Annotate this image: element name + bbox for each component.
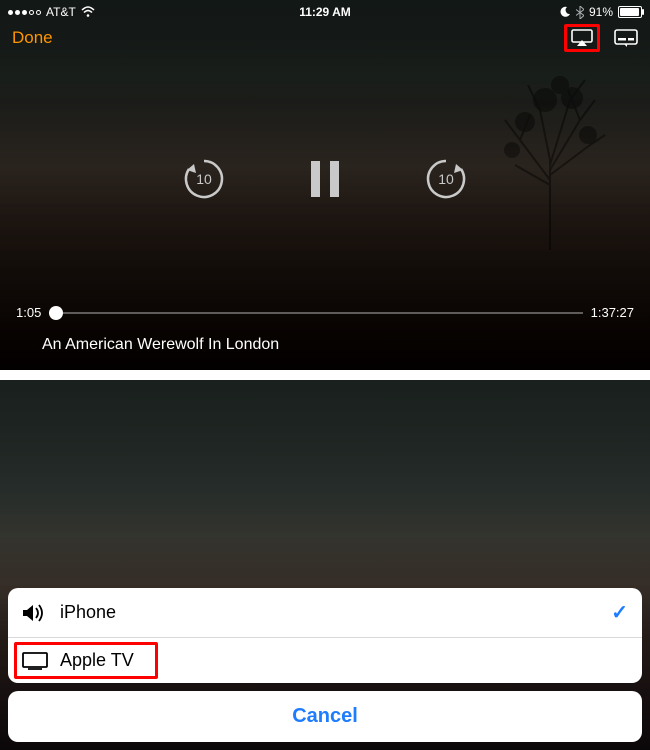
cancel-label: Cancel <box>292 705 358 727</box>
player-nav-bar: Done <box>0 22 650 54</box>
airplay-device-appletv[interactable]: Apple TV <box>8 637 642 683</box>
device-label: Apple TV <box>60 650 134 671</box>
total-label: 1:37:27 <box>591 305 634 320</box>
scrubber-thumb[interactable] <box>49 306 63 320</box>
battery-icon <box>618 6 642 18</box>
signal-dots-icon <box>8 10 41 15</box>
carrier-label: AT&T <box>46 5 76 19</box>
speaker-icon <box>22 603 52 623</box>
tv-icon <box>22 652 52 670</box>
video-title: An American Werewolf In London <box>42 336 279 354</box>
airplay-picker-screen: iPhone ✓ Apple TV Cancel <box>0 380 650 750</box>
checkmark-icon: ✓ <box>611 600 628 625</box>
elapsed-label: 1:05 <box>16 305 41 320</box>
subtitles-icon[interactable] <box>614 29 638 47</box>
video-player-screen: AT&T 11:29 AM 91% Done <box>0 0 650 370</box>
moon-icon <box>559 6 571 18</box>
scrubber[interactable]: 1:05 1:37:27 <box>16 305 634 320</box>
pause-button[interactable] <box>308 159 342 199</box>
skip-fwd-label: 10 <box>438 171 454 187</box>
airplay-action-sheet: iPhone ✓ Apple TV Cancel <box>8 588 642 742</box>
skip-back-button[interactable]: 10 <box>180 155 228 203</box>
playback-controls: 10 10 <box>0 155 650 203</box>
status-bar: AT&T 11:29 AM 91% <box>0 0 650 22</box>
scrubber-track[interactable] <box>49 312 582 314</box>
device-label: iPhone <box>60 602 116 623</box>
airplay-device-list: iPhone ✓ Apple TV <box>8 588 642 683</box>
cancel-button[interactable]: Cancel <box>8 691 642 742</box>
battery-pct-label: 91% <box>589 5 613 19</box>
airplay-icon[interactable] <box>564 24 600 52</box>
done-button[interactable]: Done <box>12 28 53 48</box>
airplay-device-iphone[interactable]: iPhone ✓ <box>8 588 642 637</box>
skip-forward-button[interactable]: 10 <box>422 155 470 203</box>
clock-label: 11:29 AM <box>299 5 351 19</box>
bluetooth-icon <box>576 6 584 19</box>
wifi-icon <box>81 6 95 18</box>
skip-back-label: 10 <box>196 171 212 187</box>
